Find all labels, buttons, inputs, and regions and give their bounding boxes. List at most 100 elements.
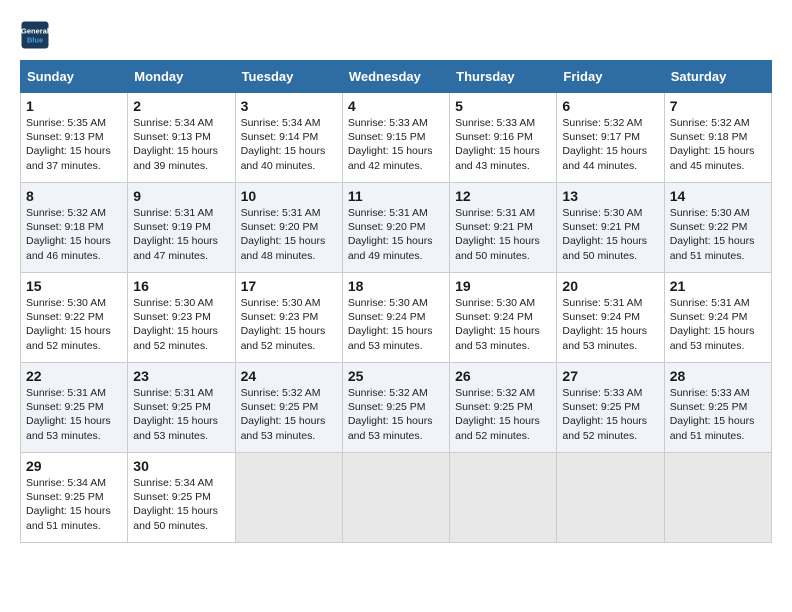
day-number: 26 — [455, 368, 551, 384]
header-row: SundayMondayTuesdayWednesdayThursdayFrid… — [21, 61, 772, 93]
day-cell: 22 Sunrise: 5:31 AMSunset: 9:25 PMDayligh… — [21, 363, 128, 453]
day-cell: 24Sunrise: 5:32 AMSunset: 9:25 PMDayligh… — [235, 363, 342, 453]
day-info: Sunrise: 5:31 AMSunset: 9:24 PMDaylight:… — [670, 296, 766, 353]
day-info: Sunrise: 5:32 AMSunset: 9:25 PMDaylight:… — [455, 386, 551, 443]
page-header: General Blue — [20, 20, 772, 50]
day-cell: 17 Sunrise: 5:30 AMSunset: 9:23 PMDayligh… — [235, 273, 342, 363]
day-cell — [557, 453, 664, 543]
day-cell: 15 Sunrise: 5:30 AMSunset: 9:22 PMDayligh… — [21, 273, 128, 363]
day-cell: 16 Sunrise: 5:30 AMSunset: 9:23 PMDayligh… — [128, 273, 235, 363]
day-info: Sunrise: 5:31 AMSunset: 9:25 PMDaylight:… — [133, 386, 229, 443]
day-info: Sunrise: 5:33 AMSunset: 9:15 PMDaylight:… — [348, 116, 444, 173]
day-cell: 3 Sunrise: 5:34 AMSunset: 9:14 PMDaylight… — [235, 93, 342, 183]
day-number: 9 — [133, 188, 229, 204]
day-number: 21 — [670, 278, 766, 294]
day-info: Sunrise: 5:30 AMSunset: 9:23 PMDaylight:… — [133, 296, 229, 353]
day-info: Sunrise: 5:31 AMSunset: 9:25 PMDaylight:… — [26, 386, 122, 443]
week-row-1: 1Sunrise: 5:35 AMSunset: 9:13 PMDaylight… — [21, 93, 772, 183]
week-row-5: 29 Sunrise: 5:34 AMSunset: 9:25 PMDayligh… — [21, 453, 772, 543]
day-cell: 9 Sunrise: 5:31 AMSunset: 9:19 PMDaylight… — [128, 183, 235, 273]
day-cell: 30 Sunrise: 5:34 AMSunset: 9:25 PMDayligh… — [128, 453, 235, 543]
week-row-3: 15 Sunrise: 5:30 AMSunset: 9:22 PMDayligh… — [21, 273, 772, 363]
logo-icon: General Blue — [20, 20, 50, 50]
day-cell — [235, 453, 342, 543]
day-info: Sunrise: 5:32 AMSunset: 9:18 PMDaylight:… — [670, 116, 766, 173]
day-cell: 6 Sunrise: 5:32 AMSunset: 9:17 PMDaylight… — [557, 93, 664, 183]
day-number: 23 — [133, 368, 229, 384]
day-cell: 26 Sunrise: 5:32 AMSunset: 9:25 PMDayligh… — [450, 363, 557, 453]
day-number: 8 — [26, 188, 122, 204]
day-cell: 27Sunrise: 5:33 AMSunset: 9:25 PMDayligh… — [557, 363, 664, 453]
col-header-friday: Friday — [557, 61, 664, 93]
col-header-tuesday: Tuesday — [235, 61, 342, 93]
day-cell — [450, 453, 557, 543]
day-info: Sunrise: 5:34 AMSunset: 9:14 PMDaylight:… — [241, 116, 337, 173]
day-info: Sunrise: 5:33 AMSunset: 9:25 PMDaylight:… — [670, 386, 766, 443]
day-cell: 25 Sunrise: 5:32 AMSunset: 9:25 PMDayligh… — [342, 363, 449, 453]
day-cell: 19 Sunrise: 5:30 AMSunset: 9:24 PMDayligh… — [450, 273, 557, 363]
day-number: 10 — [241, 188, 337, 204]
day-number: 6 — [562, 98, 658, 114]
day-number: 11 — [348, 188, 444, 204]
day-cell: 14 Sunrise: 5:30 AMSunset: 9:22 PMDayligh… — [664, 183, 771, 273]
day-info: Sunrise: 5:31 AMSunset: 9:20 PMDaylight:… — [348, 206, 444, 263]
day-info: Sunrise: 5:35 AMSunset: 9:13 PMDaylight:… — [26, 116, 122, 173]
day-number: 25 — [348, 368, 444, 384]
svg-text:Blue: Blue — [27, 36, 43, 45]
day-cell: 29 Sunrise: 5:34 AMSunset: 9:25 PMDayligh… — [21, 453, 128, 543]
day-info: Sunrise: 5:30 AMSunset: 9:22 PMDaylight:… — [26, 296, 122, 353]
day-number: 12 — [455, 188, 551, 204]
day-cell: 23 Sunrise: 5:31 AMSunset: 9:25 PMDayligh… — [128, 363, 235, 453]
day-number: 30 — [133, 458, 229, 474]
day-info: Sunrise: 5:32 AMSunset: 9:25 PMDaylight:… — [241, 386, 337, 443]
col-header-thursday: Thursday — [450, 61, 557, 93]
day-info: Sunrise: 5:30 AMSunset: 9:21 PMDaylight:… — [562, 206, 658, 263]
day-number: 29 — [26, 458, 122, 474]
day-info: Sunrise: 5:34 AMSunset: 9:25 PMDaylight:… — [26, 476, 122, 533]
day-number: 2 — [133, 98, 229, 114]
day-number: 22 — [26, 368, 122, 384]
day-cell: 18 Sunrise: 5:30 AMSunset: 9:24 PMDayligh… — [342, 273, 449, 363]
day-info: Sunrise: 5:30 AMSunset: 9:24 PMDaylight:… — [348, 296, 444, 353]
day-number: 18 — [348, 278, 444, 294]
svg-text:General: General — [21, 27, 49, 36]
day-info: Sunrise: 5:32 AMSunset: 9:18 PMDaylight:… — [26, 206, 122, 263]
day-cell: 11 Sunrise: 5:31 AMSunset: 9:20 PMDayligh… — [342, 183, 449, 273]
day-info: Sunrise: 5:31 AMSunset: 9:21 PMDaylight:… — [455, 206, 551, 263]
day-info: Sunrise: 5:33 AMSunset: 9:25 PMDaylight:… — [562, 386, 658, 443]
day-info: Sunrise: 5:32 AMSunset: 9:25 PMDaylight:… — [348, 386, 444, 443]
day-cell — [342, 453, 449, 543]
day-number: 3 — [241, 98, 337, 114]
day-cell: 12 Sunrise: 5:31 AMSunset: 9:21 PMDayligh… — [450, 183, 557, 273]
day-cell: 21 Sunrise: 5:31 AMSunset: 9:24 PMDayligh… — [664, 273, 771, 363]
day-cell: 20Sunrise: 5:31 AMSunset: 9:24 PMDayligh… — [557, 273, 664, 363]
col-header-sunday: Sunday — [21, 61, 128, 93]
day-info: Sunrise: 5:31 AMSunset: 9:20 PMDaylight:… — [241, 206, 337, 263]
col-header-monday: Monday — [128, 61, 235, 93]
week-row-2: 8 Sunrise: 5:32 AMSunset: 9:18 PMDaylight… — [21, 183, 772, 273]
day-info: Sunrise: 5:31 AMSunset: 9:19 PMDaylight:… — [133, 206, 229, 263]
day-number: 19 — [455, 278, 551, 294]
day-cell: 10 Sunrise: 5:31 AMSunset: 9:20 PMDayligh… — [235, 183, 342, 273]
day-cell: 28Sunrise: 5:33 AMSunset: 9:25 PMDayligh… — [664, 363, 771, 453]
day-info: Sunrise: 5:30 AMSunset: 9:22 PMDaylight:… — [670, 206, 766, 263]
day-number: 5 — [455, 98, 551, 114]
day-cell — [664, 453, 771, 543]
day-info: Sunrise: 5:30 AMSunset: 9:23 PMDaylight:… — [241, 296, 337, 353]
day-number: 20 — [562, 278, 658, 294]
day-cell: 8 Sunrise: 5:32 AMSunset: 9:18 PMDaylight… — [21, 183, 128, 273]
day-info: Sunrise: 5:34 AMSunset: 9:13 PMDaylight:… — [133, 116, 229, 173]
day-info: Sunrise: 5:30 AMSunset: 9:24 PMDaylight:… — [455, 296, 551, 353]
day-cell: 7Sunrise: 5:32 AMSunset: 9:18 PMDaylight… — [664, 93, 771, 183]
day-number: 16 — [133, 278, 229, 294]
day-number: 14 — [670, 188, 766, 204]
calendar-table: SundayMondayTuesdayWednesdayThursdayFrid… — [20, 60, 772, 543]
day-number: 15 — [26, 278, 122, 294]
day-info: Sunrise: 5:34 AMSunset: 9:25 PMDaylight:… — [133, 476, 229, 533]
day-cell: 5Sunrise: 5:33 AMSunset: 9:16 PMDaylight… — [450, 93, 557, 183]
day-cell: 13Sunrise: 5:30 AMSunset: 9:21 PMDayligh… — [557, 183, 664, 273]
col-header-wednesday: Wednesday — [342, 61, 449, 93]
day-number: 17 — [241, 278, 337, 294]
day-info: Sunrise: 5:32 AMSunset: 9:17 PMDaylight:… — [562, 116, 658, 173]
logo: General Blue — [20, 20, 50, 50]
